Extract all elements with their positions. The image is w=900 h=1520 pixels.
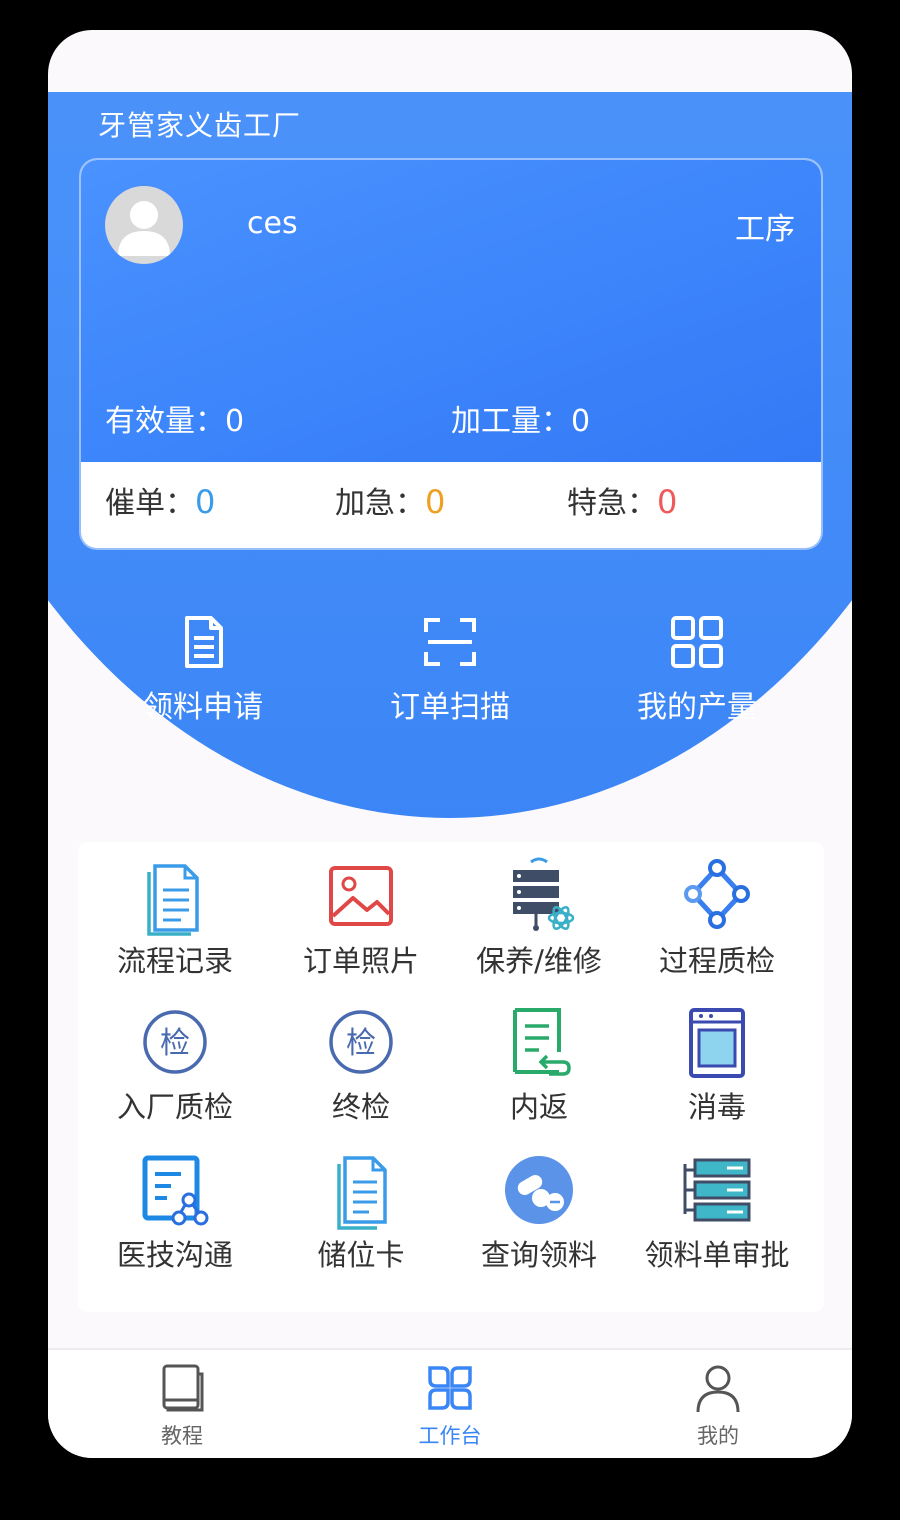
user-card: ces 工序 有效量：0 加工量：0 催单：0 加急：0 特急：0 <box>81 160 821 548</box>
process-label[interactable]: 工序 <box>735 204 795 248</box>
document-icon <box>185 616 223 668</box>
quick-action-label: 领料申请 <box>143 690 263 725</box>
effective-amount: 有效量：0 <box>105 396 244 440</box>
effective-label: 有效量： <box>105 404 225 439</box>
scan-icon <box>424 618 476 666</box>
username: ces <box>247 206 298 241</box>
feature-label: 医技沟通 <box>116 1238 233 1272</box>
order-photo-button[interactable]: 订单照片 <box>272 856 450 980</box>
stat-value: 0 <box>195 483 216 521</box>
effective-value: 0 <box>225 404 245 439</box>
hero-section: 牙管家义齿工厂 ces 工序 有效量：0 加工量：0 催单：0 加急：0 特急：… <box>48 92 852 818</box>
feature-label: 订单照片 <box>302 944 419 978</box>
query-material-button[interactable]: 查询领料 <box>450 1150 628 1274</box>
server-maintenance-icon <box>513 857 575 931</box>
tab-label: 我的 <box>697 1424 739 1448</box>
feature-label: 领料单审批 <box>644 1238 790 1272</box>
inspect-badge-icon: 检 <box>329 1010 393 1074</box>
image-icon <box>329 866 393 926</box>
cycle-icon <box>684 859 750 929</box>
feature-label: 消毒 <box>687 1090 746 1124</box>
process-record-button[interactable]: 流程记录 <box>86 856 264 980</box>
processing-value: 0 <box>571 404 591 439</box>
material-approval-button[interactable]: 领料单审批 <box>628 1150 806 1274</box>
incoming-qc-button[interactable]: 检 入厂质检 <box>86 1002 264 1126</box>
feature-label: 终检 <box>331 1090 390 1124</box>
tab-mine[interactable]: 我的 <box>618 1360 818 1450</box>
final-qc-button[interactable]: 检 终检 <box>272 1002 450 1126</box>
feature-label: 内返 <box>509 1090 568 1124</box>
feature-label: 入厂质检 <box>116 1090 233 1124</box>
tab-tutorial[interactable]: 教程 <box>82 1360 282 1450</box>
internal-return-button[interactable]: 内返 <box>450 1002 628 1126</box>
workbench-icon <box>428 1366 472 1410</box>
feature-label: 流程记录 <box>116 944 233 978</box>
stat-value: 0 <box>425 483 446 521</box>
stat-label: 催单： <box>105 486 195 521</box>
tab-workbench[interactable]: 工作台 <box>350 1360 550 1450</box>
avatar[interactable] <box>105 186 183 264</box>
phone-screen: 牙管家义齿工厂 ces 工序 有效量：0 加工量：0 催单：0 加急：0 特急：… <box>48 30 852 1458</box>
communication-icon <box>142 1155 209 1226</box>
avatar-user-icon <box>118 201 170 256</box>
sterilizer-icon <box>689 1008 745 1078</box>
feature-label: 保养/维修 <box>476 944 602 978</box>
user-icon <box>696 1365 740 1413</box>
stat-rush[interactable]: 加急：0 <box>335 478 445 522</box>
my-output-button[interactable]: 我的产量 <box>572 612 822 726</box>
storage-card-button[interactable]: 储位卡 <box>272 1150 450 1274</box>
processing-amount: 加工量：0 <box>451 396 590 440</box>
disinfection-button[interactable]: 消毒 <box>628 1002 806 1126</box>
feature-label: 查询领料 <box>480 1238 597 1272</box>
pills-icon <box>505 1156 573 1224</box>
stat-urge[interactable]: 催单：0 <box>105 478 215 522</box>
stat-value: 0 <box>657 483 678 521</box>
copy-document-icon <box>147 864 199 936</box>
return-document-icon <box>513 1008 571 1076</box>
storage-card-icon <box>337 1156 387 1230</box>
tab-label: 教程 <box>161 1424 203 1448</box>
badge-text: 检 <box>160 1026 190 1061</box>
process-qc-button[interactable]: 过程质检 <box>628 856 806 980</box>
book-icon <box>162 1364 204 1412</box>
tab-label: 工作台 <box>418 1424 482 1448</box>
stat-urgent[interactable]: 特急：0 <box>567 478 677 522</box>
stat-label: 加急： <box>335 486 425 521</box>
quick-action-label: 我的产量 <box>637 690 757 725</box>
bottom-tab-bar: 教程 工作台 我的 <box>48 1348 852 1458</box>
approval-server-icon <box>683 1158 751 1222</box>
inspect-badge-icon: 检 <box>143 1010 207 1074</box>
badge-text: 检 <box>346 1026 376 1061</box>
feature-label: 储位卡 <box>317 1238 405 1272</box>
feature-label: 过程质检 <box>658 944 775 978</box>
maintenance-button[interactable]: 保养/维修 <box>450 856 628 980</box>
tech-communication-button[interactable]: 医技沟通 <box>86 1150 264 1274</box>
quick-action-label: 订单扫描 <box>390 690 510 725</box>
grid-icon <box>671 616 723 668</box>
order-scan-button[interactable]: 订单扫描 <box>325 612 575 726</box>
processing-label: 加工量： <box>451 404 571 439</box>
app-title: 牙管家义齿工厂 <box>98 109 302 142</box>
stat-label: 特急： <box>567 486 657 521</box>
user-card-header: ces 工序 有效量：0 加工量：0 <box>81 160 821 462</box>
feature-grid: 流程记录 订单照片 保养/维修 过程质检 检 入厂质检 检 终检 内返 消毒 医… <box>78 842 824 1312</box>
material-request-button[interactable]: 领料申请 <box>78 612 328 726</box>
